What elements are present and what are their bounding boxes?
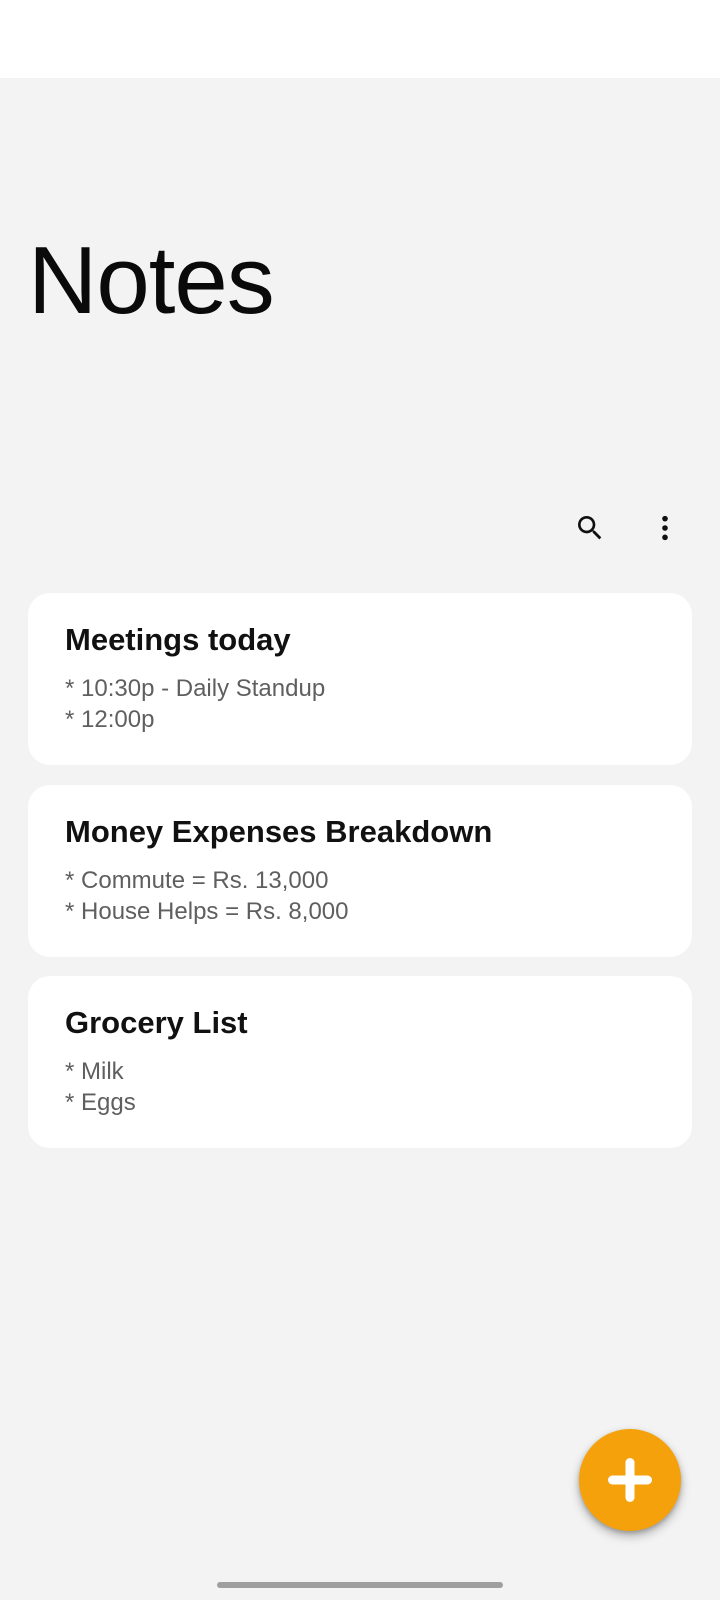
note-card[interactable]: Meetings today * 10:30p - Daily Standup …: [28, 593, 692, 765]
note-preview: * Milk * Eggs: [65, 1056, 656, 1118]
plus-icon: [608, 1458, 652, 1502]
add-note-button[interactable]: [579, 1429, 681, 1531]
page-title: Notes: [28, 227, 275, 334]
note-preview-line: * Eggs: [65, 1089, 136, 1116]
navigation-bar: [0, 1568, 720, 1600]
more-vertical-icon: [662, 515, 668, 541]
note-preview-line: * Milk: [65, 1058, 124, 1085]
home-indicator[interactable]: [217, 1582, 503, 1588]
note-card[interactable]: Grocery List * Milk * Eggs: [28, 976, 692, 1148]
note-preview-line: * 12:00p: [65, 706, 155, 733]
note-card[interactable]: Money Expenses Breakdown * Commute = Rs.…: [28, 785, 692, 957]
more-options-button[interactable]: [643, 506, 687, 550]
search-icon: [578, 516, 602, 540]
note-preview-line: * House Helps = Rs. 8,000: [65, 898, 349, 925]
note-preview: * 10:30p - Daily Standup * 12:00p: [65, 673, 656, 735]
note-preview-line: * 10:30p - Daily Standup: [65, 675, 326, 702]
note-title: Grocery List: [65, 1005, 248, 1040]
note-preview-line: * Commute = Rs. 13,000: [65, 867, 329, 894]
status-bar: [0, 0, 720, 78]
note-title: Meetings today: [65, 622, 291, 657]
search-button[interactable]: [568, 506, 612, 550]
note-title: Money Expenses Breakdown: [65, 814, 493, 849]
note-preview: * Commute = Rs. 13,000 * House Helps = R…: [65, 865, 656, 927]
